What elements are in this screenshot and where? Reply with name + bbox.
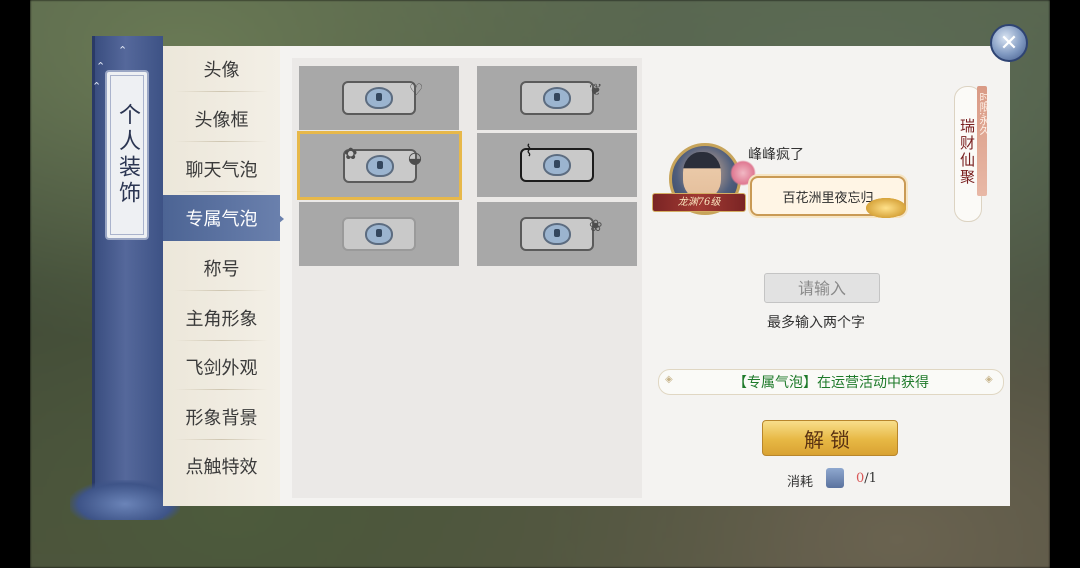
source-banner: 【专属气泡】在运营活动中获得 bbox=[658, 369, 1004, 395]
bubble-preview-text: 百花洲里夜忘归 bbox=[782, 190, 874, 206]
bubble-name: 瑞财仙聚 bbox=[958, 118, 976, 186]
page-title: 个人装饰 bbox=[115, 103, 140, 207]
category-label: 专属气泡 bbox=[185, 209, 258, 230]
player-name: 峰峰疯了 bbox=[748, 147, 804, 163]
bird-icon: ⌃ bbox=[92, 80, 102, 93]
category-item-avatar[interactable]: 头像 bbox=[163, 46, 280, 92]
unlock-button-label: 解锁 bbox=[804, 427, 856, 452]
bubble-item[interactable]: ♡ bbox=[299, 66, 459, 130]
bubble-frame bbox=[520, 217, 594, 251]
category-label: 称号 bbox=[203, 259, 240, 280]
cost-label: 消耗 bbox=[787, 475, 814, 490]
bubble-frame bbox=[342, 81, 416, 115]
unlock-button[interactable]: 解锁 bbox=[762, 420, 898, 456]
lock-icon bbox=[543, 154, 571, 176]
letterbox-right bbox=[1050, 0, 1080, 568]
bubble-item[interactable]: ⌇ bbox=[477, 133, 637, 197]
scroll-item-icon bbox=[826, 468, 844, 488]
category-label: 点触特效 bbox=[185, 457, 258, 478]
category-label: 主角形象 bbox=[185, 309, 258, 330]
bubble-frame bbox=[520, 81, 594, 115]
diamond-icon: ◈ bbox=[985, 374, 993, 385]
title-plaque: 个人装饰 bbox=[105, 70, 149, 240]
category-item-chat-bubble[interactable]: 聊天气泡 bbox=[163, 146, 280, 192]
close-button[interactable]: ✕ bbox=[990, 24, 1028, 62]
category-label: 飞剑外观 bbox=[185, 358, 258, 379]
ingot-icon: ◒ bbox=[408, 148, 422, 167]
category-item-exclusive-bubble[interactable]: 专属气泡 bbox=[163, 195, 280, 241]
category-item-character-look[interactable]: 主角形象 bbox=[163, 295, 280, 341]
level-badge: 龙渊76级 bbox=[652, 193, 746, 212]
bubble-frame bbox=[342, 217, 416, 251]
ingot-icon bbox=[866, 198, 906, 218]
cost-count: 0/1 bbox=[856, 471, 877, 486]
bubble-item[interactable]: ❦ bbox=[477, 66, 637, 130]
input-hint: 最多输入两个字 bbox=[767, 315, 865, 331]
bubble-text-input[interactable] bbox=[764, 273, 880, 303]
category-item-look-background[interactable]: 形象背景 bbox=[163, 394, 280, 440]
letterbox-left bbox=[0, 0, 30, 568]
close-icon: ✕ bbox=[999, 30, 1019, 56]
flower-icon: ✿ bbox=[344, 144, 358, 163]
branch-icon: ⌇ bbox=[525, 141, 533, 160]
heart-icon: ♡ bbox=[409, 80, 424, 99]
category-item-sword-look[interactable]: 飞剑外观 bbox=[163, 344, 280, 390]
bird-icon: ⌃ bbox=[96, 60, 106, 73]
lock-icon bbox=[543, 223, 571, 245]
lock-icon bbox=[365, 223, 393, 245]
lock-icon bbox=[365, 154, 394, 177]
category-label: 头像框 bbox=[194, 110, 249, 131]
bubble-item[interactable]: ❀ bbox=[477, 202, 637, 266]
category-label: 聊天气泡 bbox=[185, 160, 258, 181]
category-list: 头像 头像框 聊天气泡 专属气泡 称号 主角形象 飞剑外观 形象背景 点触特效 bbox=[163, 46, 280, 506]
lock-icon bbox=[365, 87, 393, 109]
cost-need: 1 bbox=[868, 471, 877, 486]
leaf-icon: ❦ bbox=[589, 80, 603, 99]
category-item-avatar-frame[interactable]: 头像框 bbox=[163, 96, 280, 142]
category-item-touch-effect[interactable]: 点触特效 bbox=[163, 443, 280, 489]
diamond-icon: ◈ bbox=[665, 374, 673, 385]
category-label: 头像 bbox=[203, 60, 240, 81]
avatar-portrait bbox=[683, 152, 721, 198]
lock-icon bbox=[543, 87, 571, 109]
flower-icon: ❀ bbox=[589, 216, 603, 235]
bubble-item[interactable] bbox=[299, 202, 459, 266]
bird-icon: ⌃ bbox=[118, 44, 128, 57]
category-item-title[interactable]: 称号 bbox=[163, 245, 280, 291]
source-text: 【专属气泡】在运营活动中获得 bbox=[733, 375, 929, 391]
active-tab-arrow bbox=[278, 214, 284, 224]
category-label: 形象背景 bbox=[185, 408, 258, 429]
bubble-item-selected[interactable]: ✿ ◒ bbox=[297, 131, 462, 200]
